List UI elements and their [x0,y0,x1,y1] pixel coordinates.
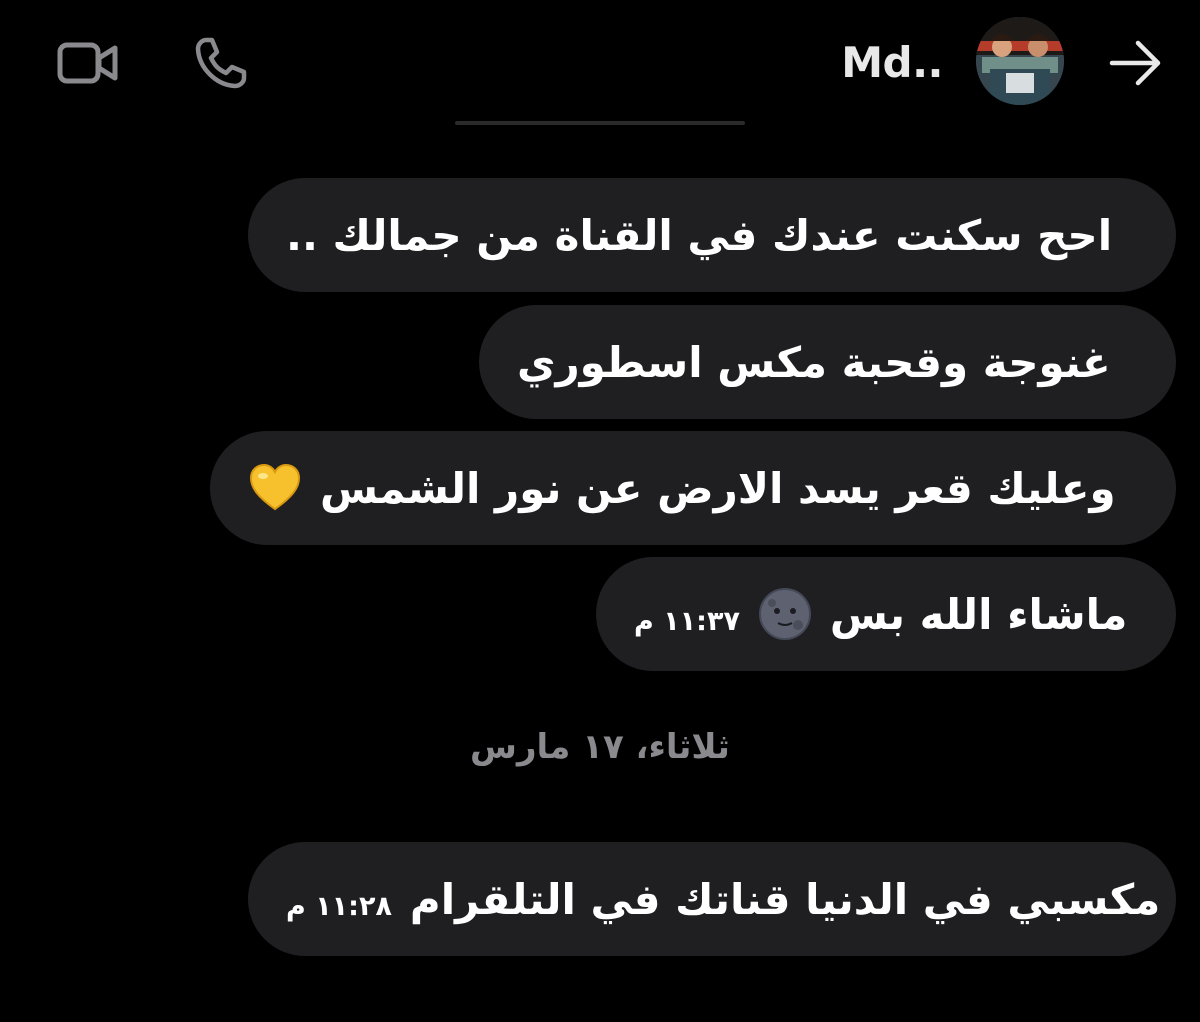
date-separator: ثلاثاء، ١٧ مارس [470,727,730,767]
new-moon-face-icon [758,588,811,640]
message-bubble[interactable]: غنوجة وقحبة مكس اسطوري [479,305,1176,419]
chat-header: Md.. [0,0,1200,125]
message-bubble[interactable]: وعليك قعر يسد الارض عن نور الشمس [210,431,1176,545]
arrow-right-icon [1109,40,1161,86]
contact-avatar[interactable] [976,17,1064,105]
back-button[interactable] [1104,34,1168,92]
message-time: ١١:٢٨ م [286,890,392,922]
message-text: غنوجة وقحبة مكس اسطوري [517,337,1111,387]
phone-icon [195,37,247,89]
video-call-button[interactable] [52,36,124,90]
yellow-heart-icon [249,463,301,511]
message-bubble[interactable]: احح سكنت عندك في القناة من جمالك .. [248,178,1176,292]
message-time: ١١:٣٧ م [634,605,740,637]
message-bubble[interactable]: مكسبي في الدنيا قناتك في التلقرام ١١:٢٨ … [248,842,1176,956]
message-text: وعليك قعر يسد الارض عن نور الشمس [320,463,1116,513]
message-text: مكسبي في الدنيا قناتك في التلقرام [409,874,1161,924]
message-text: احح سكنت عندك في القناة من جمالك .. [286,210,1113,260]
video-camera-icon [57,42,118,84]
contact-name[interactable]: Md.. [841,38,943,87]
header-divider [455,121,745,125]
voice-call-button[interactable] [188,30,254,96]
message-text: ماشاء الله بس [829,589,1128,639]
message-bubble[interactable]: ماشاء الله بس ١١:٣٧ م [596,557,1176,671]
